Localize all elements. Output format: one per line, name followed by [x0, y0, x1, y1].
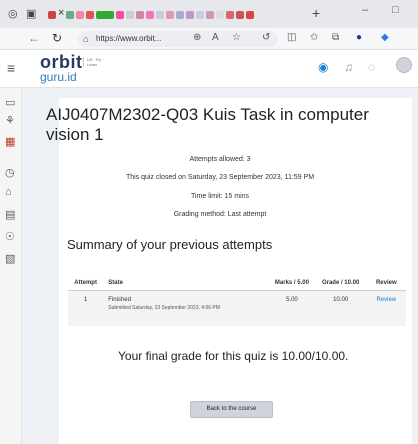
review-link[interactable]: Review — [376, 297, 396, 303]
tab-favicon-icon[interactable] — [216, 11, 225, 19]
tab-favicon-icon[interactable] — [226, 11, 235, 19]
collections-icon[interactable]: ⧉ — [332, 32, 339, 43]
attempt-state: Finished Submitted Saturday, 23 Septembe… — [103, 290, 270, 326]
column-header: Attempt — [68, 258, 104, 291]
minimize-icon[interactable]: – — [362, 4, 368, 16]
tab-favicon-icon[interactable] — [136, 11, 145, 19]
favorite-star-icon[interactable]: ☆ — [232, 32, 241, 43]
notification-bell-icon[interactable]: ♫ — [344, 60, 353, 74]
messages-icon[interactable]: ◌ — [368, 60, 375, 74]
column-header: Review — [366, 258, 406, 291]
left-drawer-rail: ▭ ⚘ ▦ ◷ ⌂ ▤ ☉ ▧ — [0, 88, 22, 444]
attempt-grade: 10.00 — [314, 290, 367, 326]
new-tab-button[interactable]: + — [312, 5, 320, 21]
site-header: ≡ orbit guru.id Lift · Fly · Learn ◉ ♫ ◌ — [0, 50, 418, 88]
time-icon[interactable]: ◷ — [5, 166, 15, 179]
tab-favicon-icon[interactable] — [86, 11, 95, 19]
back-arrow-icon[interactable]: ← — [28, 31, 40, 45]
attempt-number: 1 — [68, 290, 104, 326]
tab-favicon-icon[interactable] — [126, 11, 135, 19]
tab-favicon-icon[interactable] — [76, 11, 85, 19]
tab-favicon-icon[interactable] — [236, 11, 245, 19]
tab-actions-icon[interactable]: ▣ — [26, 7, 36, 20]
maximize-icon[interactable]: □ — [392, 4, 399, 16]
tab-favicon-icon[interactable] — [48, 11, 56, 19]
tab-favicon-icon[interactable] — [206, 11, 215, 19]
column-header: State — [103, 258, 270, 291]
quiz-icon[interactable]: ▦ — [5, 135, 15, 148]
files-icon[interactable]: ▧ — [5, 252, 15, 265]
final-grade-text: Your final grade for this quiz is 10.00/… — [118, 349, 349, 363]
time-limit: Time limit: 15 mins — [190, 193, 250, 200]
summary-heading: Summary of your previous attempts — [67, 237, 273, 252]
browser-address-bar: ← ↻ ⌂ https://www.orbit... ⊕ A ☆ ↺ ◫ ✩ ⧉… — [0, 28, 418, 50]
copilot-icon[interactable]: ◆ — [381, 32, 389, 43]
tab-favicon-icon[interactable] — [186, 11, 195, 19]
menu-icon[interactable]: ≡ — [7, 60, 15, 76]
profile-icon[interactable]: ◎ — [8, 7, 18, 20]
attempt-marks: 5.00 — [269, 290, 315, 326]
url-field[interactable]: ⌂ https://www.orbit... — [78, 31, 278, 47]
badges-icon[interactable]: ☉ — [5, 230, 15, 243]
table-header-row: Attempt State Marks / 5.00 Grade / 10.00… — [68, 258, 406, 291]
column-header: Grade / 10.00 — [314, 258, 367, 291]
browser-tab-bar: ◎ ▣ × + – □ — [0, 0, 418, 28]
lock-icon: ⌂ — [83, 34, 89, 44]
tab-favicon-icon[interactable] — [146, 11, 155, 19]
home-icon[interactable]: ⌂ — [5, 186, 12, 198]
table-row: 1 Finished Submitted Saturday, 23 Septem… — [68, 290, 406, 326]
grading-method: Grading method: Last attempt — [173, 211, 267, 218]
tab-favicon-icon[interactable] — [166, 11, 175, 19]
submitted-date: Submitted Saturday, 23 September 2023, 4… — [108, 304, 220, 311]
zoom-icon[interactable]: ⊕ — [193, 32, 201, 43]
avatar[interactable] — [396, 57, 412, 73]
state-text: Finished — [108, 296, 131, 303]
reload-icon[interactable]: ↻ — [52, 31, 62, 45]
favorites-icon[interactable]: ✩ — [310, 32, 318, 43]
tab-favicon-icon[interactable] — [196, 11, 205, 19]
tab-favicon-icon[interactable] — [66, 11, 75, 19]
review-cell: Review — [366, 290, 406, 326]
grades-icon[interactable]: ⚘ — [5, 114, 15, 127]
split-screen-icon[interactable]: ◫ — [287, 32, 296, 43]
page-title: AIJ0407M2302-Q03 Kuis Task in computer v… — [46, 105, 369, 144]
column-header: Marks / 5.00 — [269, 258, 315, 291]
globe-icon[interactable]: ◉ — [318, 60, 328, 74]
tab-favicon-icon[interactable] — [246, 11, 255, 19]
url-text: https://www.orbit... — [96, 34, 162, 43]
read-aloud-icon[interactable]: A — [212, 32, 219, 43]
refresh-extension-icon[interactable]: ↺ — [262, 32, 270, 43]
calendar-icon[interactable]: ▤ — [5, 208, 15, 221]
back-to-course-button[interactable]: Back to the course — [190, 401, 273, 418]
tab-close-icon[interactable]: × — [58, 7, 64, 24]
tab-favicon-icon[interactable] — [176, 11, 185, 19]
tab-strip[interactable]: × — [48, 6, 298, 24]
tab-favicon-icon[interactable] — [156, 11, 165, 19]
tab-favicon-icon[interactable] — [96, 11, 115, 19]
quiz-closed-notice: This quiz closed on Saturday, 23 Septemb… — [125, 174, 315, 181]
folder-icon[interactable]: ▭ — [5, 96, 15, 109]
logo-tagline: Lift · Fly · Learn — [83, 57, 105, 67]
tab-favicon-icon[interactable] — [116, 11, 125, 19]
attempts-table: Attempt State Marks / 5.00 Grade / 10.00… — [68, 258, 406, 326]
attempts-allowed: Attempts allowed: 3 — [189, 156, 251, 163]
site-logo[interactable]: orbit guru.id — [40, 53, 83, 83]
extension-icon[interactable]: ● — [356, 32, 362, 43]
